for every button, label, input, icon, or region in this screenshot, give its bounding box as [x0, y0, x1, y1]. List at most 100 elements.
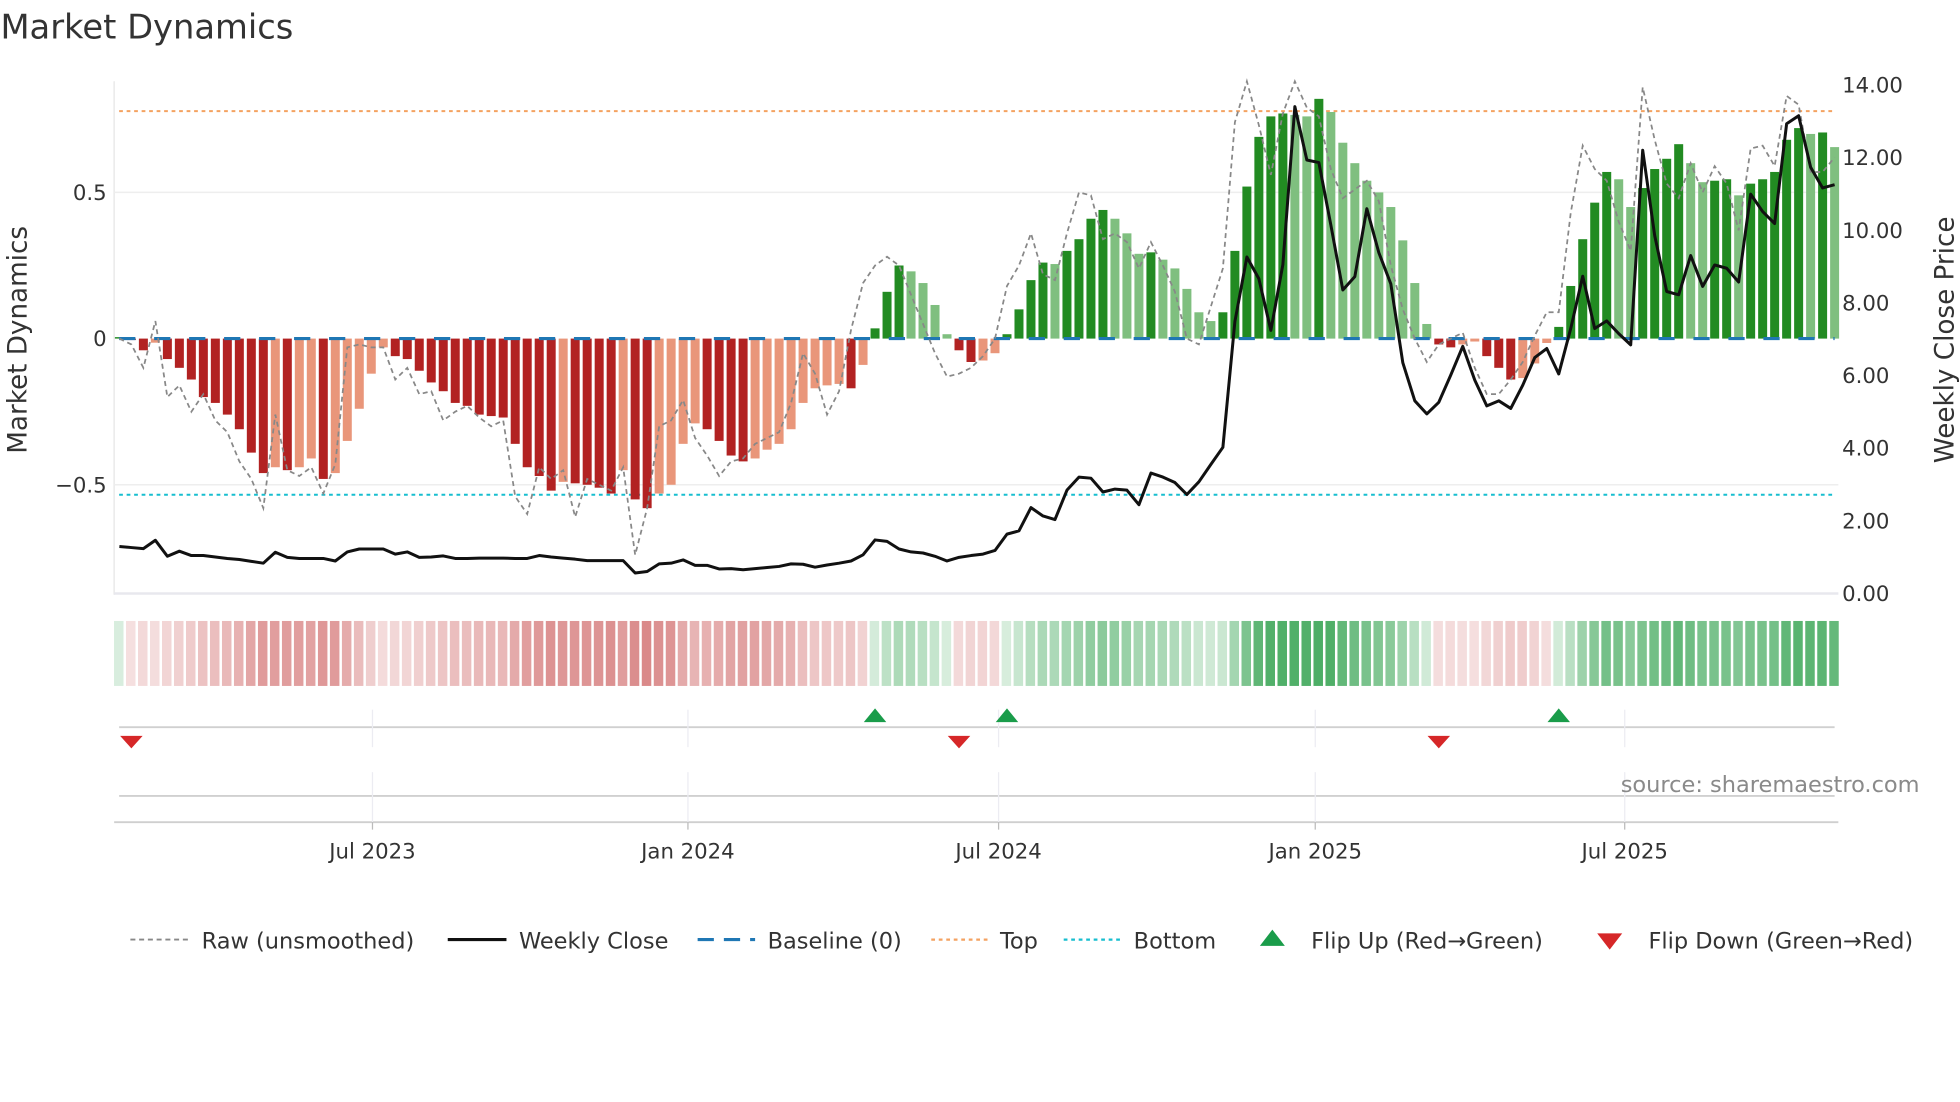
heat-cell — [1229, 620, 1240, 686]
heat-cell — [461, 620, 472, 686]
bar — [162, 338, 172, 360]
bar — [1206, 321, 1216, 339]
heat-cell — [1277, 620, 1287, 686]
heat-cell — [1133, 620, 1144, 686]
y2-tick-label: 12.00 — [1842, 146, 1903, 171]
heat-cell — [1097, 620, 1108, 686]
heat-cell — [1673, 620, 1683, 686]
heat-cell — [126, 620, 136, 686]
heat-cell — [1481, 620, 1491, 686]
heat-cell — [1793, 620, 1803, 686]
heat-cell — [1709, 620, 1719, 686]
bar — [354, 338, 364, 409]
bar — [954, 338, 964, 351]
heat-cell — [1589, 620, 1599, 686]
bar — [1602, 171, 1612, 339]
bar — [282, 338, 292, 471]
bar — [306, 338, 316, 459]
bar — [294, 338, 304, 468]
legend-label: Bottom — [1134, 928, 1216, 954]
bar — [438, 338, 448, 392]
flip-up-marker — [1547, 708, 1570, 723]
bar — [1830, 147, 1840, 339]
bar — [930, 304, 940, 339]
heat-cell — [413, 620, 424, 686]
grid — [113, 81, 1839, 830]
heat-cell — [653, 620, 664, 686]
heat-cell — [209, 620, 220, 686]
bar — [546, 338, 556, 491]
legend: Raw (unsmoothed) Weekly Close Baseline (… — [130, 928, 1913, 954]
chart-title: Market Dynamics — [0, 8, 293, 47]
heat-cell — [557, 620, 568, 686]
bar — [1794, 128, 1804, 339]
heat-cell — [845, 620, 856, 686]
heat-cell — [1385, 620, 1395, 686]
bar — [774, 338, 784, 444]
bar — [858, 338, 868, 365]
flip-down-marker — [120, 735, 143, 749]
lines — [119, 78, 1836, 575]
bar — [1494, 338, 1504, 368]
heat-cell — [1577, 620, 1587, 686]
bar — [1662, 158, 1672, 339]
bar — [486, 338, 496, 417]
legend-label: Top — [999, 928, 1038, 954]
heat-cell — [1145, 620, 1156, 686]
heat-cell — [833, 620, 844, 686]
bar — [474, 338, 484, 415]
y2-axis-label: Weekly Close Price — [1930, 217, 1960, 464]
bar — [390, 338, 400, 357]
heat-cell — [737, 620, 748, 686]
heat-cell — [1265, 620, 1275, 686]
flip-markers — [120, 708, 1570, 749]
bar — [1782, 139, 1792, 339]
heat-cell — [114, 620, 124, 686]
y2-tick-label: 8.00 — [1842, 291, 1889, 316]
heat-cell — [173, 620, 184, 686]
legend-item-baseline: Baseline (0) — [697, 928, 902, 954]
bar — [822, 338, 832, 386]
heat-cell — [233, 620, 244, 686]
bar — [1074, 239, 1084, 339]
bar — [1014, 309, 1024, 339]
heat-cell — [1733, 620, 1743, 686]
bar — [1218, 312, 1228, 339]
bar — [1482, 338, 1492, 357]
heat-cell — [1817, 620, 1827, 686]
heat-cell — [257, 620, 268, 686]
legend-label: Baseline (0) — [768, 928, 902, 954]
bar — [462, 338, 472, 406]
bar — [258, 338, 268, 474]
x-tick-label: Jan 2025 — [1266, 839, 1362, 864]
heat-cell — [1493, 620, 1503, 686]
legend-item-flip-down: Flip Down (Green→Red) — [1597, 928, 1913, 954]
heat-cell — [401, 620, 412, 686]
heat-cell — [317, 620, 328, 686]
heat-cell — [138, 620, 148, 686]
bar — [1314, 98, 1324, 339]
bar — [210, 338, 220, 403]
heat-cell — [881, 620, 892, 686]
legend-label: Weekly Close — [519, 928, 668, 954]
bar — [1674, 144, 1684, 339]
heat-cell — [1565, 620, 1575, 686]
bar — [1158, 259, 1168, 339]
heat-cell — [377, 620, 388, 686]
bar — [606, 338, 616, 494]
heat-cell — [797, 620, 808, 686]
bar — [918, 283, 928, 339]
heat-cell — [1205, 620, 1216, 686]
heat-cell — [509, 620, 520, 686]
y-tick-label: 0 — [93, 327, 107, 352]
bar — [366, 338, 376, 374]
y2-tick-label: 4.00 — [1842, 437, 1889, 462]
heat-cell — [941, 620, 952, 686]
y2-tick-label: 2.00 — [1842, 509, 1889, 534]
heat-cell — [917, 620, 928, 686]
bar — [174, 338, 184, 368]
x-tick-label: Jul 2023 — [327, 839, 415, 864]
bar — [1086, 218, 1096, 339]
bar — [1194, 312, 1204, 339]
bar — [702, 338, 712, 430]
